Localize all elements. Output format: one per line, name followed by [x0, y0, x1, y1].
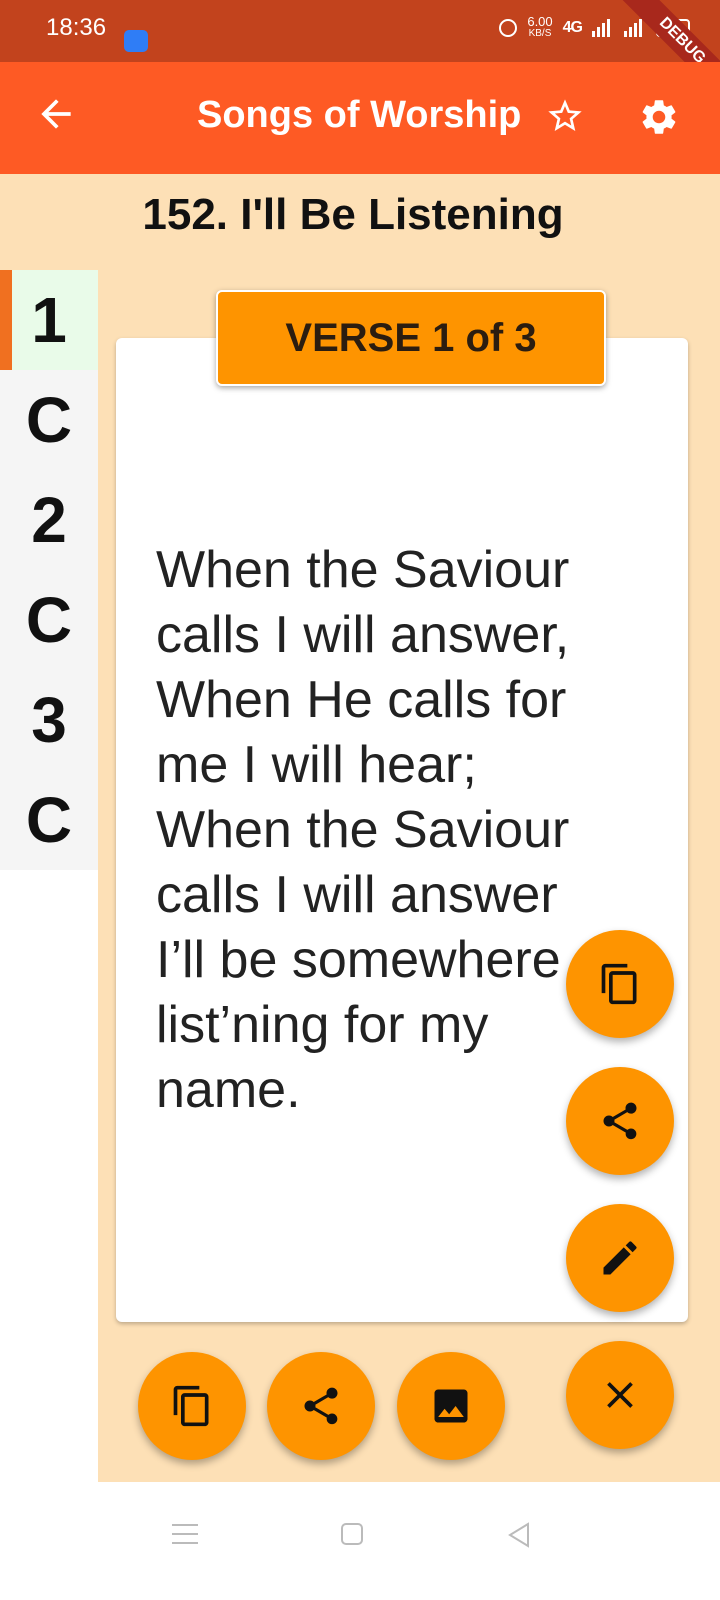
- status-bar: 18:36 6.00 KB/S 4G 36: [0, 0, 720, 62]
- section-item-verse-3[interactable]: 3: [0, 670, 98, 770]
- section-label: C: [25, 784, 73, 856]
- gear-icon[interactable]: [638, 96, 680, 138]
- copy-icon: [173, 1385, 209, 1427]
- section-item-chorus-1[interactable]: C: [0, 370, 98, 470]
- network-speed-value: 6.00: [527, 14, 553, 29]
- song-title: 152. I'll Be Listening: [142, 190, 564, 239]
- section-label: 1: [31, 284, 67, 356]
- section-label: C: [25, 384, 73, 456]
- system-nav-bar: [0, 1482, 720, 1600]
- star-outline-icon[interactable]: [545, 96, 585, 136]
- lyrics-text: When the Saviour calls I will answer, Wh…: [156, 541, 570, 1119]
- alarm-icon: [499, 19, 518, 37]
- section-list: 1 C 2 C 3 C: [0, 270, 98, 870]
- signal-icon: [592, 19, 610, 37]
- pencil-icon: [603, 1241, 637, 1275]
- close-menu-button[interactable]: [566, 1341, 674, 1449]
- android-app-icon: [124, 30, 148, 52]
- image-icon: [434, 1389, 468, 1423]
- copy-icon: [601, 963, 637, 1005]
- arrow-left-icon[interactable]: [34, 92, 78, 136]
- image-button[interactable]: [397, 1352, 505, 1460]
- app-bar: Songs of Worship: [0, 62, 720, 174]
- section-item-verse-2[interactable]: 2: [0, 470, 98, 570]
- share-icon: [603, 1102, 637, 1140]
- app-title: Songs of Worship: [197, 94, 522, 136]
- edit-lyrics-button[interactable]: [566, 1204, 674, 1312]
- share-button[interactable]: [267, 1352, 375, 1460]
- signal-icon-2: [624, 19, 642, 37]
- share-lyrics-button[interactable]: [566, 1067, 674, 1175]
- copy-lyrics-button[interactable]: [566, 930, 674, 1038]
- copy-button[interactable]: [138, 1352, 246, 1460]
- network-speed-unit: KB/S: [528, 28, 552, 39]
- section-label: C: [25, 584, 73, 656]
- section-list-background: [0, 870, 98, 1482]
- status-time: 18:36: [46, 14, 107, 41]
- share-icon: [304, 1387, 338, 1425]
- section-item-chorus-2[interactable]: C: [0, 570, 98, 670]
- section-item-chorus-3[interactable]: C: [0, 770, 98, 870]
- section-label: 2: [31, 484, 67, 556]
- home-icon[interactable]: [340, 1522, 364, 1546]
- section-label: 3: [31, 684, 67, 756]
- section-item-verse-1[interactable]: 1: [0, 270, 98, 370]
- menu-icon[interactable]: [172, 1522, 198, 1546]
- verse-label: VERSE 1 of 3: [216, 290, 606, 386]
- network-speed: 6.00 KB/S: [527, 14, 553, 40]
- close-icon: [607, 1382, 633, 1408]
- network-type: 4G: [562, 19, 583, 36]
- back-nav-icon[interactable]: [506, 1522, 532, 1548]
